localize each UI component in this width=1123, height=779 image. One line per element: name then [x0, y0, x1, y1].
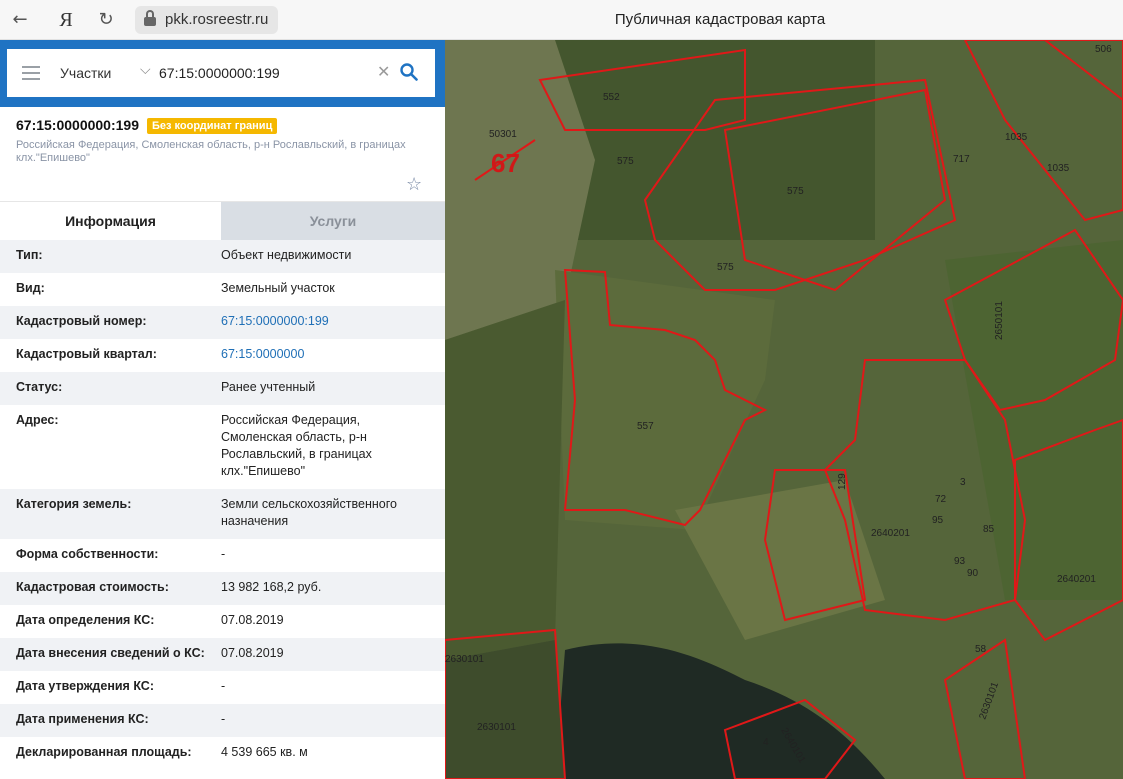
row-label: Форма собственности:: [16, 547, 159, 561]
row-value: Российская Федерация, Смоленская область…: [221, 413, 372, 478]
search-box: Участки ⌵ ✕: [7, 49, 435, 97]
map-label: 717: [953, 154, 970, 165]
row-label: Декларированная площадь:: [16, 745, 192, 759]
cadastral-quarter-link[interactable]: 67:15:0000000: [221, 346, 421, 372]
menu-icon[interactable]: [22, 66, 40, 80]
back-arrow-icon[interactable]: ←: [9, 9, 31, 31]
info-row-kind: Вид: Земельный участок: [0, 273, 445, 306]
row-label: Адрес:: [16, 413, 59, 427]
row-label: Кадастровый номер:: [16, 314, 147, 328]
object-header: 67:15:0000000:199 Без координат границ Ро…: [0, 107, 445, 201]
map-label: 93: [954, 556, 966, 567]
row-value: Объект недвижимости: [221, 248, 352, 262]
page-title: Публичная кадастровая карта: [614, 11, 826, 28]
url-text: pkk.rosreestr.ru: [165, 11, 269, 28]
info-row-type: Тип: Объект недвижимости: [0, 240, 445, 273]
row-value: -: [221, 547, 226, 561]
row-label: Дата применения КС:: [16, 712, 149, 726]
map-label: 2630101: [477, 722, 516, 733]
map-label: 575: [787, 186, 804, 197]
row-label: Кадастровая стоимость:: [16, 580, 169, 594]
chevron-down-icon[interactable]: ⌵: [140, 62, 151, 78]
map-canvas[interactable]: 506 552 575 575 575 717 1035 1035 557 26…: [445, 40, 1123, 779]
yandex-logo-icon[interactable]: Я: [55, 9, 77, 31]
forest-west: [445, 300, 565, 660]
info-row-cadnum: Кадастровый номер: 67:15:0000000:199: [0, 306, 445, 339]
row-value: Земли сельскохозяйственного назначения: [221, 497, 397, 528]
map-label: 575: [617, 156, 634, 167]
row-label: Вид:: [16, 281, 45, 295]
reload-icon[interactable]: ↻: [95, 9, 117, 31]
row-label: Статус:: [16, 380, 63, 394]
cadastral-number-link[interactable]: 67:15:0000000:199: [221, 313, 421, 339]
status-badge: Без координат границ: [147, 118, 278, 134]
info-panel: Участки ⌵ ✕ 67:15:0000000:199 Без координ…: [0, 40, 445, 779]
row-value: 13 982 168,2 руб.: [221, 580, 322, 594]
map-label: 90: [967, 568, 979, 579]
map-label: 506: [1095, 44, 1112, 55]
map-label: 4: [763, 737, 769, 748]
star-icon[interactable]: ☆: [406, 174, 422, 195]
map-label: 3: [960, 477, 966, 488]
row-value: 07.08.2019: [221, 613, 284, 627]
tab-info[interactable]: Информация: [0, 202, 221, 240]
map-label: 575: [717, 262, 734, 273]
search-type-select[interactable]: Участки: [60, 65, 111, 81]
region-code: 67: [491, 148, 520, 178]
row-label: Тип:: [16, 248, 43, 262]
map-label: 2640201: [871, 528, 910, 539]
lock-icon: [144, 10, 156, 26]
info-row-status: Статус: Ранее учтенный: [0, 372, 445, 405]
close-icon[interactable]: ✕: [377, 62, 390, 81]
browser-toolbar: ← Я ↻ pkk.rosreestr.ru Публичная кадастр…: [0, 0, 1123, 40]
map-label: 1035: [1005, 132, 1028, 143]
row-label: Дата внесения сведений о КС:: [16, 646, 205, 660]
info-row-date-def: Дата определения КС: 07.08.2019: [0, 605, 445, 638]
forest-area: [545, 40, 875, 240]
tab-services[interactable]: Услуги: [221, 202, 445, 240]
row-label: Дата утверждения КС:: [16, 679, 154, 693]
map-label: 2630101: [445, 654, 484, 665]
search-icon[interactable]: [400, 63, 418, 81]
map-label: 2640201: [1057, 574, 1096, 585]
object-address: Российская Федерация, Смоленская область…: [16, 139, 406, 164]
row-value: 4 539 665 кв. м: [221, 745, 308, 759]
map-label: 95: [932, 515, 944, 526]
address-bar[interactable]: pkk.rosreestr.ru: [135, 6, 279, 34]
object-number: 67:15:0000000:199: [16, 117, 139, 133]
map-svg[interactable]: 506 552 575 575 575 717 1035 1035 557 26…: [445, 40, 1123, 779]
info-row-ownership: Форма собственности: -: [0, 539, 445, 572]
info-row-category: Категория земель: Земли сельскохозяйствен…: [0, 489, 445, 539]
map-label: 2650101: [994, 301, 1005, 340]
map-label: 129: [837, 473, 848, 490]
row-label: Категория земель:: [16, 497, 132, 511]
map-label: 58: [975, 644, 987, 655]
info-row-date-app: Дата применения КС: -: [0, 704, 445, 737]
region-number: 50301: [489, 129, 517, 140]
tabs: Информация Услуги: [0, 201, 445, 240]
map-label-557: 557: [637, 421, 654, 432]
row-value: -: [221, 679, 226, 693]
row-value: -: [221, 712, 226, 726]
info-row-cost: Кадастровая стоимость: 13 982 168,2 руб.: [0, 572, 445, 605]
info-row-date-appr: Дата утверждения КС: -: [0, 671, 445, 704]
info-row-date-ins: Дата внесения сведений о КС: 07.08.2019: [0, 638, 445, 671]
map-label: 72: [935, 494, 947, 505]
info-row-area: Декларированная площадь: 4 539 665 кв. м: [0, 737, 445, 770]
map-label: 1035: [1047, 163, 1070, 174]
row-label: Дата определения КС:: [16, 613, 155, 627]
row-label: Кадастровый квартал:: [16, 347, 157, 361]
map-label: 85: [983, 524, 995, 535]
info-row-quarter: Кадастровый квартал: 67:15:0000000: [0, 339, 445, 372]
row-value: Земельный участок: [221, 281, 335, 295]
map-label: 552: [603, 92, 620, 103]
info-row-address: Адрес: Российская Федерация, Смоленская о…: [0, 405, 445, 489]
info-table: Тип: Объект недвижимости Вид: Земельный уч…: [0, 240, 445, 770]
search-bar: Участки ⌵ ✕: [0, 40, 445, 107]
row-value: 07.08.2019: [221, 646, 284, 660]
search-input[interactable]: [159, 59, 369, 87]
row-value: Ранее учтенный: [221, 380, 316, 394]
